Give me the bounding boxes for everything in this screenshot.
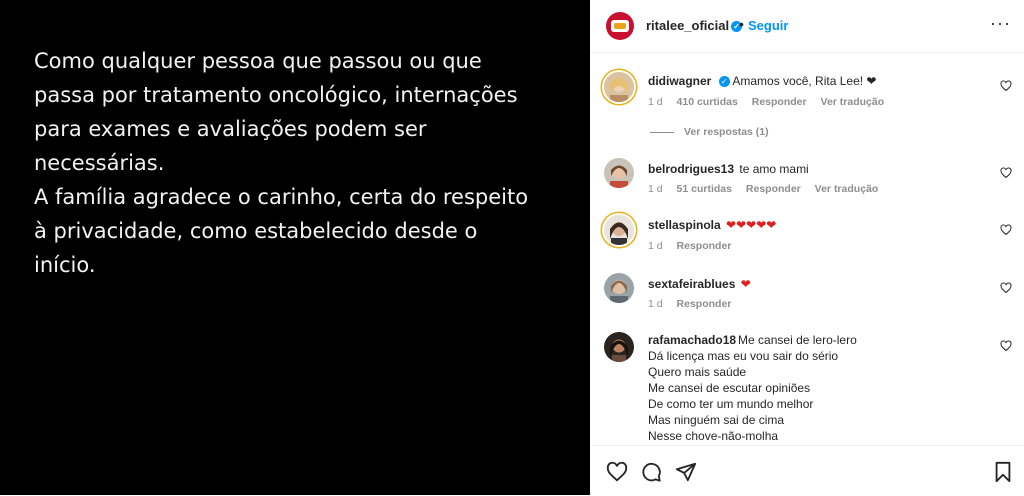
comment-likes[interactable]: 51 curtidas [677,183,732,195]
avatar-image [604,72,634,102]
comment-username[interactable]: stellaspinola [648,218,721,232]
comment-username[interactable]: belrodrigues13 [648,162,734,176]
replies-line [650,131,674,133]
comment-bubble-icon[interactable] [640,461,662,483]
avatar-image [604,158,634,188]
separator-dot: • [739,16,744,32]
verified-badge-icon: ✓ [718,76,730,88]
paper-plane-icon[interactable] [675,461,697,483]
comment-body: Me cansei de lero-lero Dá licença mas eu… [648,333,857,443]
comment-text: rafamachado18 Me cansei de lero-lero Dá l… [648,332,978,444]
avatar[interactable] [604,332,634,362]
translate-button[interactable]: Ver tradução [815,183,879,195]
like-comment-heart-icon[interactable] [1000,167,1012,179]
comment-text: didiwagner ✓ Amamos você, Rita Lee! ❤ [648,73,978,89]
avatar-image [604,215,634,245]
comment-time: 1 d [648,240,663,252]
comments-list[interactable]: didiwagner ✓ Amamos você, Rita Lee! ❤ 1 … [590,53,1024,445]
author-username: ritalee_oficial [646,18,730,33]
post-media: Como qualquer pessoa que passou ou que p… [0,0,590,495]
post-image-text: Como qualquer pessoa que passou ou que p… [34,49,529,277]
avatar-image [604,332,634,362]
like-comment-heart-icon[interactable] [1000,224,1012,236]
comment-meta: 1 d Responder [648,240,742,252]
post-actions-bar [590,445,1024,496]
author-username-link[interactable]: ritalee_oficial ✓ [646,18,743,33]
comment-username[interactable]: sextafeirablues [648,277,735,291]
follow-button[interactable]: Seguir [748,18,788,33]
comment-body: Amamos você, Rita Lee! ❤ [732,74,877,88]
like-comment-heart-icon[interactable] [1000,282,1012,294]
bookmark-icon[interactable] [992,461,1014,483]
heart-outline-icon[interactable] [606,461,628,483]
reply-button[interactable]: Responder [677,240,732,252]
comment-meta: 1 d Responder [648,298,742,310]
more-options-icon[interactable]: ··· [990,13,1011,34]
reply-button[interactable]: Responder [746,183,801,195]
reply-button[interactable]: Responder [677,298,732,310]
view-replies-label: Ver respostas (1) [684,126,769,138]
comment-likes[interactable]: 410 curtidas [677,96,738,108]
comment-text: stellaspinola ❤❤❤❤❤ [648,217,978,233]
translate-button[interactable]: Ver tradução [821,96,885,108]
like-comment-heart-icon[interactable] [1000,80,1012,92]
comment-body: te amo mami [739,162,809,176]
author-avatar[interactable] [606,12,634,40]
comment-body: ❤ [740,277,751,291]
comment-time: 1 d [648,183,663,195]
post-sidebar: ritalee_oficial ✓ • Seguir ··· didiwagner… [590,0,1024,495]
avatar[interactable] [604,72,634,102]
comment-time: 1 d [648,96,663,108]
comment-text: belrodrigues13 te amo mami [648,161,978,177]
avatar-image [604,273,634,303]
post-header: ritalee_oficial ✓ • Seguir ··· [590,0,1024,53]
view-replies-button[interactable]: Ver respostas (1) [650,126,769,138]
comment-body: ❤❤❤❤❤ [726,218,777,232]
avatar[interactable] [604,273,634,303]
avatar[interactable] [604,215,634,245]
comment-meta: 1 d 51 curtidas Responder Ver tradução [648,183,889,195]
reply-button[interactable]: Responder [752,96,807,108]
comment-time: 1 d [648,298,663,310]
comment-text: sextafeirablues ❤ [648,276,978,292]
like-comment-heart-icon[interactable] [1000,340,1012,352]
comment-username[interactable]: didiwagner [648,74,711,88]
avatar[interactable] [604,158,634,188]
comment-meta: 1 d 410 curtidas Responder Ver tradução [648,96,895,108]
comment-username[interactable]: rafamachado18 [648,333,736,347]
